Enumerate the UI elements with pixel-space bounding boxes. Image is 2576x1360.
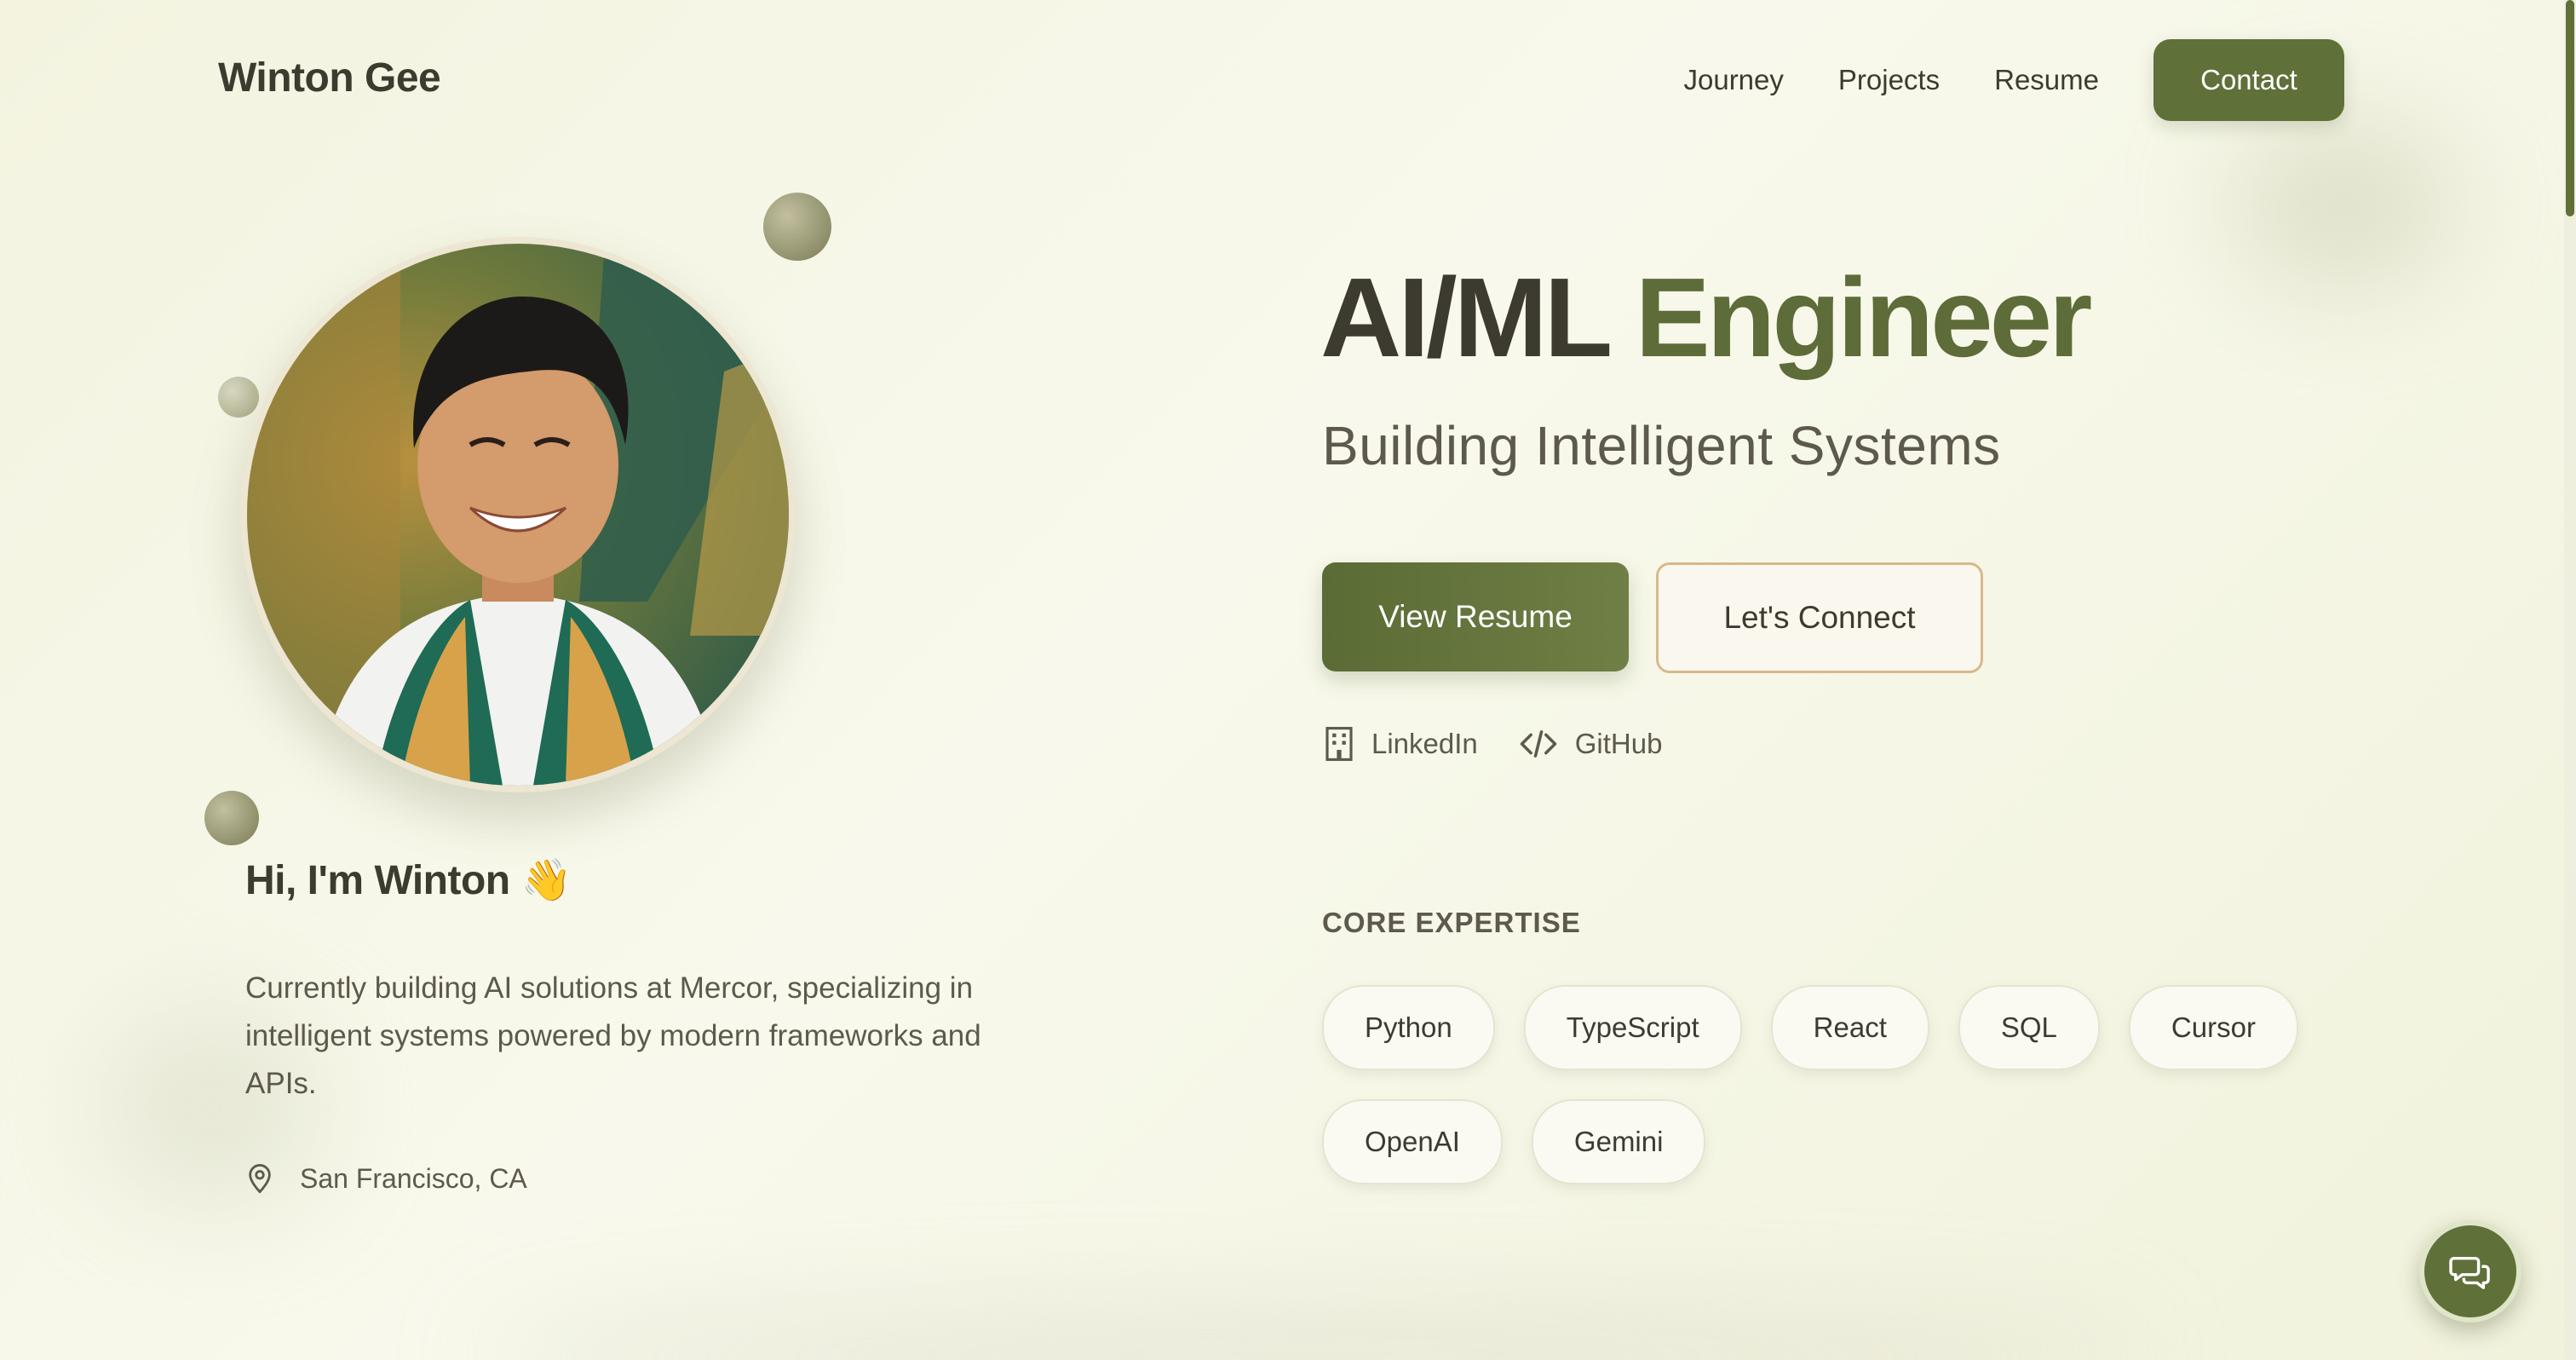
hero-title-part1: AI/ML — [1320, 255, 1611, 380]
location-row: San Francisco, CA — [245, 1162, 527, 1195]
skill-chip-python[interactable]: Python — [1322, 985, 1495, 1070]
skill-chip-react[interactable]: React — [1770, 985, 1929, 1070]
chat-button[interactable] — [2419, 1220, 2521, 1323]
skill-chip-openai[interactable]: OpenAI — [1322, 1099, 1503, 1184]
hero-subtitle: Building Intelligent Systems — [1322, 415, 2001, 476]
skill-chip-cursor[interactable]: Cursor — [2128, 985, 2298, 1070]
wave-emoji-icon: 👋 — [520, 858, 572, 903]
building-icon — [1325, 727, 1353, 761]
decorative-dot — [763, 193, 831, 261]
social-links: LinkedIn GitHub — [1324, 726, 1703, 762]
code-icon — [1520, 730, 1556, 758]
skill-chip-sql[interactable]: SQL — [1958, 985, 2100, 1070]
linkedin-label: LinkedIn — [1371, 728, 1478, 759]
location-text: San Francisco, CA — [300, 1162, 527, 1194]
core-expertise-heading: CORE EXPERTISE — [1322, 907, 1581, 938]
view-resume-button[interactable]: View Resume — [1322, 562, 1629, 671]
profile-photo — [247, 244, 789, 786]
brand-logo[interactable]: Winton Gee — [218, 55, 441, 101]
main-nav: Journey Projects Resume Contact — [1683, 39, 2344, 121]
greeting-text: Hi, I'm Winton — [245, 858, 510, 903]
background-blob — [477, 1312, 2147, 1360]
map-pin-icon — [249, 1163, 271, 1194]
scrollbar-track[interactable] — [2564, 0, 2576, 1360]
skill-chip-typescript[interactable]: TypeScript — [1523, 985, 1742, 1070]
contact-button[interactable]: Contact — [2153, 39, 2344, 121]
skill-chips: Python TypeScript React SQL Cursor OpenA… — [1322, 985, 2378, 1213]
skill-chip-gemini[interactable]: Gemini — [1531, 1099, 1706, 1184]
background-blob — [2232, 119, 2453, 290]
scrollbar-thumb[interactable] — [2566, 0, 2574, 216]
hero-title: AI/ML Engineer — [1320, 254, 2093, 382]
linkedin-link[interactable]: LinkedIn — [1324, 726, 1478, 762]
decorative-dot — [204, 791, 259, 845]
nav-link-projects[interactable]: Projects — [1838, 64, 1940, 96]
hero-title-part2: Engineer — [1635, 255, 2093, 380]
lets-connect-button[interactable]: Let's Connect — [1656, 562, 1983, 673]
github-label: GitHub — [1574, 728, 1663, 759]
chat-bubbles-icon — [2449, 1256, 2490, 1289]
nav-link-journey[interactable]: Journey — [1683, 64, 1783, 96]
profile-photo-illustration — [247, 244, 789, 786]
profile-photo-frame — [240, 237, 796, 792]
bio-text: Currently building AI solutions at Merco… — [245, 971, 981, 1100]
github-link[interactable]: GitHub — [1519, 728, 1663, 760]
nav-link-resume[interactable]: Resume — [1994, 64, 2099, 96]
decorative-dot — [218, 377, 259, 418]
greeting-heading: Hi, I'm Winton 👋 — [245, 856, 572, 904]
